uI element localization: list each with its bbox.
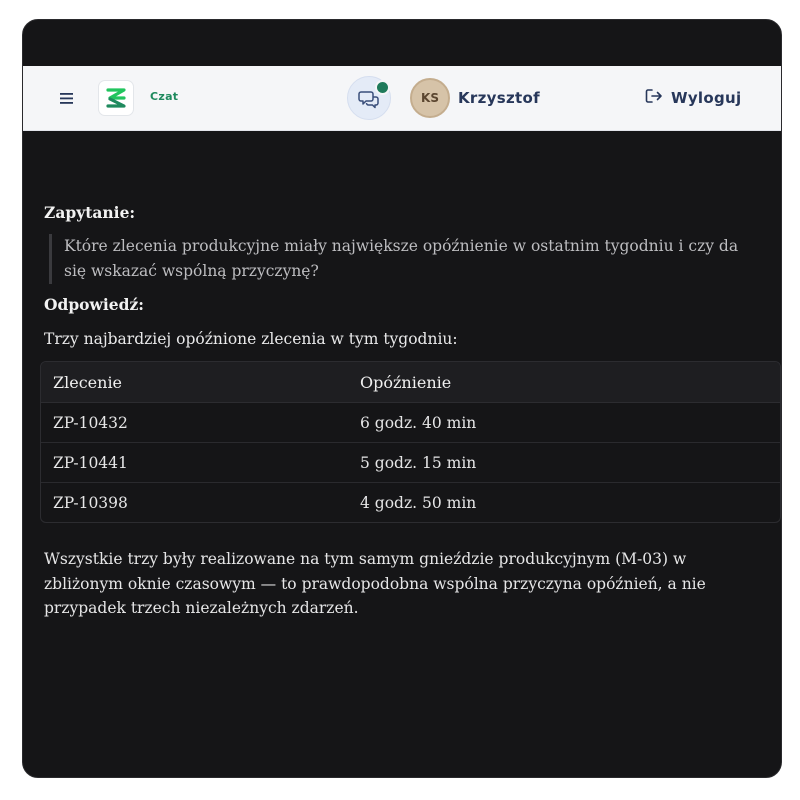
online-status-dot <box>375 80 390 95</box>
column-header-delay: Opóźnienie <box>348 362 780 403</box>
app-window: Czat KS Krzysztof Wyloguj Zapytanie: Któ… <box>22 19 782 778</box>
app-logo[interactable] <box>99 81 133 115</box>
table-row: ZP-10398 4 godz. 50 min <box>41 483 780 523</box>
table-row: ZP-10441 5 godz. 15 min <box>41 442 780 483</box>
table-cell-order: ZP-10441 <box>41 442 348 483</box>
chat-button[interactable] <box>347 76 391 120</box>
column-header-order: Zlecenie <box>41 362 348 403</box>
top-navigation-bar: Czat KS Krzysztof Wyloguj <box>23 66 781 131</box>
avatar[interactable]: KS <box>410 78 450 118</box>
table-header-row: Zlecenie Opóźnienie <box>41 362 780 403</box>
table-cell-order: ZP-10432 <box>41 402 348 443</box>
table-cell-delay: 4 godz. 50 min <box>360 493 477 512</box>
answer-label: Odpowiedź: <box>44 295 144 314</box>
delay-table: Zlecenie Opóźnienie ZP-10432 6 godz. 40 … <box>40 361 781 523</box>
app-name-label: Czat <box>150 90 179 103</box>
table-cell-delay: 6 godz. 40 min <box>348 402 780 443</box>
hamburger-menu-icon[interactable] <box>58 89 78 107</box>
user-name[interactable]: Krzysztof <box>458 89 540 107</box>
table-row: ZP-10432 6 godz. 40 min <box>41 402 780 443</box>
table-cell-delay: 5 godz. 15 min <box>348 442 780 483</box>
logout-icon <box>645 88 663 108</box>
logout-button[interactable]: Wyloguj <box>645 88 741 108</box>
answer-summary: Wszystkie trzy były realizowane na tym s… <box>44 550 706 617</box>
conversation: Zapytanie: Które zlecenia produkcyjne mi… <box>40 203 781 621</box>
question-quote: Które zlecenia produkcyjne miały najwięk… <box>49 234 779 284</box>
answer-intro: Trzy najbardziej opóźnione zlecenia w ty… <box>44 330 458 348</box>
table-cell-order: ZP-10398 <box>53 493 128 512</box>
logout-label: Wyloguj <box>671 89 742 107</box>
question-label: Zapytanie: <box>44 203 136 222</box>
